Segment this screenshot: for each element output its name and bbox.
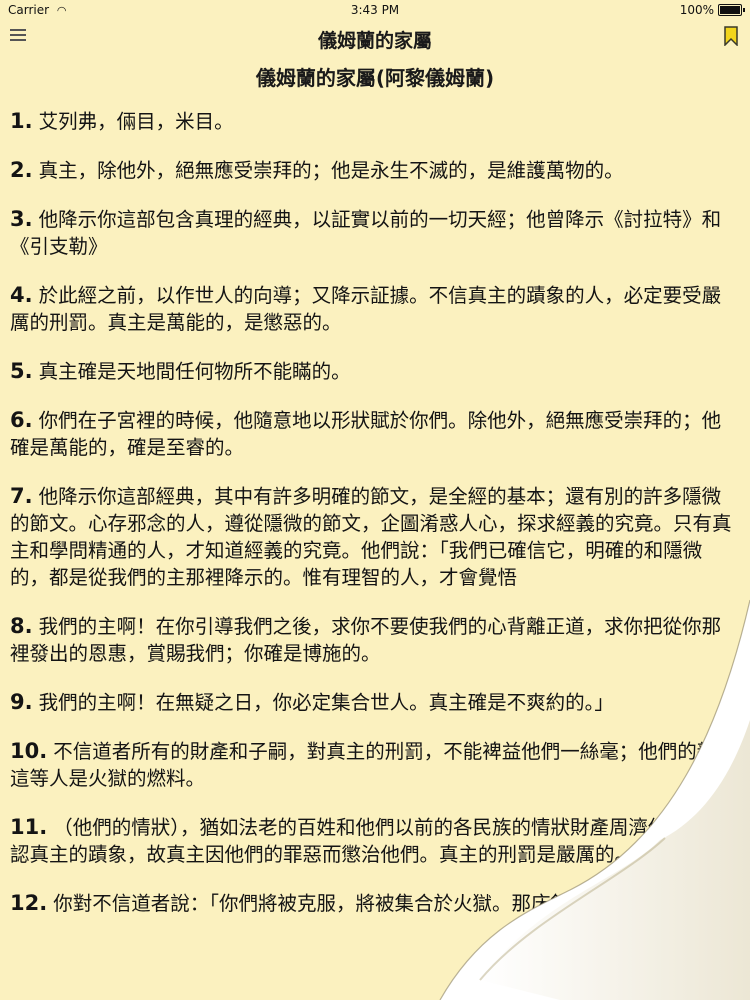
nav-bar: 儀姆蘭的家屬 [0, 20, 750, 56]
verse-item: 10. 不信道者所有的財產和子嗣，對真主的刑罰，不能裨益他們一絲毫；他們的親所這等… [10, 738, 740, 792]
verse-number: 12. [10, 891, 48, 915]
verse-text: 不信道者所有的財產和子嗣，對真主的刑罰，不能裨益他們一絲毫；他們的親所這等人是火… [10, 740, 736, 790]
verse-number: 11. [10, 815, 48, 839]
verse-text: 真主，除他外，絕無應受崇拜的；他是永生不滅的，是維護萬物的。 [38, 159, 624, 182]
verse-item: 7. 他降示你這部經典，其中有許多明確的節文，是全經的基本；還有別的許多隱微的節文… [10, 483, 740, 591]
verse-number: 2. [10, 158, 33, 182]
nav-title: 儀姆蘭的家屬 [317, 30, 432, 52]
verse-number: 6. [10, 408, 33, 432]
verse-number: 4. [10, 283, 33, 307]
verse-number: 1. [10, 109, 33, 133]
verse-text: （他們的情狀），猶如法老的百姓和他們以前的各民族的情狀財產周濟他他們否認真主的蹟… [10, 816, 726, 866]
verse-item: 11. （他們的情狀），猶如法老的百姓和他們以前的各民族的情狀財產周濟他他們否認真… [10, 814, 740, 868]
verse-text: 於此經之前，以作世人的向導；又降示証據。不信真主的蹟象的人，必定要受嚴厲的刑罰。… [10, 284, 722, 334]
surah-title: 儀姆蘭的家屬(阿黎儀姆蘭) [255, 66, 495, 90]
verse-text: 你們在子宮裡的時候，他隨意地以形狀賦於你們。除他外，絕無應受崇拜的；他確是萬能的… [10, 409, 722, 459]
verse-item: 3. 他降示你這部包含真理的經典，以証實以前的一切天經；他曾降示《討拉特》和《引支… [10, 206, 740, 260]
verse-item: 6. 你們在子宮裡的時候，他隨意地以形狀賦於你們。除他外，絕無應受崇拜的；他確是萬… [10, 407, 740, 461]
verse-number: 10. [10, 739, 48, 763]
status-time: 3:43 PM [350, 3, 400, 17]
verse-text: 我們的主啊！在你引導我們之後，求你不要使我們的心背離正道，求你把從你那裡發出的恩… [10, 615, 722, 665]
verse-text: 艾列弗，倆目，米目。 [38, 110, 234, 133]
verse-text: 我們的主啊！在無疑之日，你必定集合世人。真主確是不爽約的。」 [38, 691, 614, 714]
verse-text: 你對不信道者說：「你們將被克服，將被集合於火獄。那床舖真惡劣！」 [53, 892, 668, 915]
verse-text: 真主確是天地間任何物所不能瞞的。 [38, 360, 351, 383]
battery-icon [718, 4, 745, 16]
verse-item: 2. 真主，除他外，絕無應受崇拜的；他是永生不滅的，是維護萬物的。 [10, 157, 740, 184]
verse-item: 8. 我們的主啊！在你引導我們之後，求你不要使我們的心背離正道，求你把從你那裡發出… [10, 613, 740, 667]
verse-number: 9. [10, 690, 33, 714]
status-bar: Carrier ◠ 3:43 PM 100% [0, 0, 750, 20]
verse-number: 3. [10, 207, 33, 231]
battery-percent: 100% [679, 3, 714, 17]
verse-number: 7. [10, 484, 33, 508]
verse-item: 1. 艾列弗，倆目，米目。 [10, 108, 740, 135]
bookmark-icon[interactable] [724, 26, 738, 46]
verse-item: 4. 於此經之前，以作世人的向導；又降示証據。不信真主的蹟象的人，必定要受嚴厲的刑… [10, 282, 740, 336]
verse-item: 9. 我們的主啊！在無疑之日，你必定集合世人。真主確是不爽約的。」 [10, 689, 740, 716]
verse-item: 12. 你對不信道者說：「你們將被克服，將被集合於火獄。那床舖真惡劣！」 [10, 890, 740, 917]
verse-item: 5. 真主確是天地間任何物所不能瞞的。 [10, 358, 740, 385]
battery-status: 100% [679, 0, 745, 20]
verse-text: 他降示你這部經典，其中有許多明確的節文，是全經的基本；還有別的許多隱微的節文。心… [10, 485, 732, 589]
verse-list: 1. 艾列弗，倆目，米目。 2. 真主，除他外，絕無應受崇拜的；他是永生不滅的，是維… [10, 108, 740, 939]
verse-text: 他降示你這部包含真理的經典，以証實以前的一切天經；他曾降示《討拉特》和《引支勒》 [10, 208, 722, 258]
verse-number: 8. [10, 614, 33, 638]
verse-number: 5. [10, 359, 33, 383]
